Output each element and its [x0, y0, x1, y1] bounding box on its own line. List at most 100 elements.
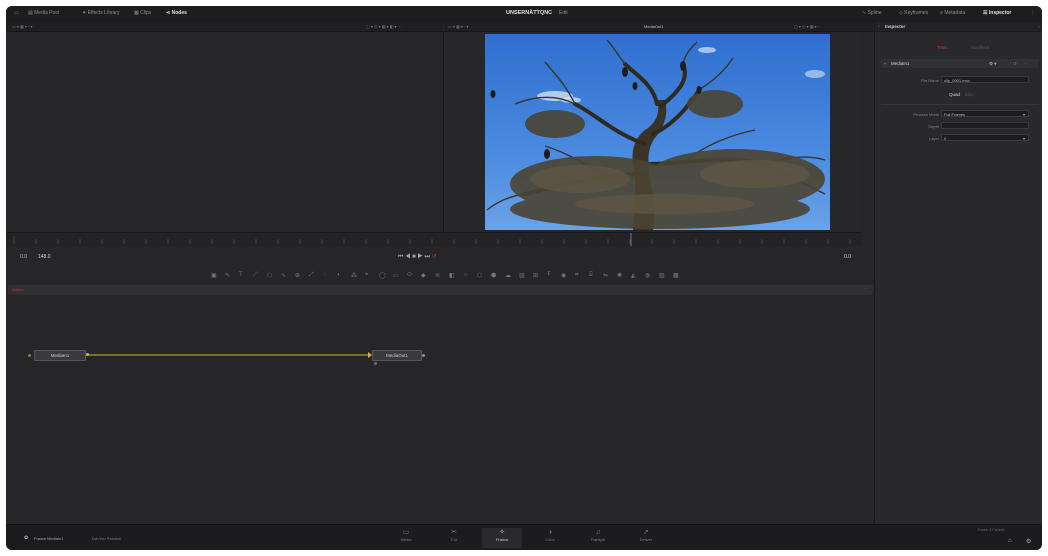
blur-tool-icon[interactable]: ◌ — [323, 272, 327, 278]
play-reverse-icon[interactable]: ◀ — [405, 254, 410, 260]
image-plane-tool-icon[interactable]: ▥ — [519, 272, 525, 279]
node-mediaout1-mask[interactable] — [374, 362, 377, 365]
viewer-left-tools[interactable]: ▢ ▾ ◷ ▾ ▦ ▾ ◧ ▾ ⋯ — [366, 24, 402, 29]
page-fusion[interactable]: ✧ Fusion — [482, 528, 522, 548]
toolbar-inspector[interactable]: ☰ Inspector — [983, 10, 1011, 16]
inspector-expand-icon[interactable]: ‹› — [878, 24, 880, 28]
media-page-icon: ▭ — [402, 529, 410, 536]
go-to-start-icon[interactable]: ⏮ — [398, 254, 403, 260]
light-tool-icon[interactable]: ☼ — [463, 272, 469, 278]
particles-tool-icon[interactable]: ⁂ — [351, 272, 357, 279]
paint-tool-icon[interactable]: ✎ — [225, 272, 230, 279]
loop-icon[interactable]: ↺ — [432, 254, 437, 260]
bspline-tool-icon[interactable]: ∿ — [281, 272, 286, 279]
background-tool-icon[interactable]: ▣ — [211, 272, 217, 279]
node-pin-icon[interactable]: ◦ — [1025, 61, 1027, 66]
node-reset-icon[interactable]: ↺ — [1013, 61, 1017, 67]
layer-chevron-icon: ▾ — [1022, 136, 1025, 141]
tab-modifiers[interactable]: Modifiers — [971, 45, 989, 50]
glow-tool-icon[interactable]: ✺ — [617, 272, 622, 279]
settings-gear-icon[interactable]: ⚙ — [1026, 538, 1031, 545]
sharpen-tool-icon[interactable]: ◭ — [631, 272, 636, 279]
page-deliver[interactable]: ➚ Deliver — [626, 528, 666, 548]
file-name-field[interactable]: clip_0001.mov — [941, 76, 1029, 83]
merge-tool-icon[interactable]: ⊕ — [295, 272, 300, 279]
node-mediaout1-output[interactable] — [422, 354, 425, 357]
shape3d-tool-icon[interactable]: ⬡ — [477, 272, 482, 279]
subtab-image[interactable]: Quad — [949, 92, 960, 97]
stop-icon[interactable]: ■ — [412, 254, 416, 260]
viewer-left[interactable] — [6, 32, 444, 232]
page-deliver-label: Deliver — [639, 537, 653, 542]
end-value[interactable]: 0.0 — [844, 254, 851, 260]
color-page-icon: ◑ — [547, 529, 553, 536]
process-mode-value: Full Frames — [944, 112, 966, 117]
more-options-icon[interactable]: ⋮ — [1030, 10, 1035, 16]
toolbar-spline-label: Spline — [867, 10, 882, 16]
go-to-end-icon[interactable]: ⏭ — [424, 254, 429, 260]
subtab-audio[interactable]: Clip — [965, 92, 973, 97]
text-tool-icon[interactable]: T — [239, 272, 243, 278]
toolbar-nodes-label: Nodes — [171, 10, 187, 16]
node-mediain1[interactable]: MediaIn1 — [34, 350, 86, 361]
depth-select[interactable] — [941, 122, 1029, 129]
toolbar-nodes[interactable]: ⋖ Nodes — [166, 10, 187, 16]
transform-tool-icon[interactable]: ⤢ — [309, 272, 314, 279]
node-mediaout1[interactable]: MediaOut1 — [372, 350, 422, 361]
play-icon[interactable]: ▶ — [417, 254, 422, 260]
ellipse-tool-icon[interactable]: ⬭ — [407, 272, 412, 279]
viewer-right[interactable] — [444, 32, 861, 232]
toolbar-media-pool[interactable]: ▤ Media Pool — [28, 10, 59, 16]
toolbar-spline[interactable]: ∿ Spline — [862, 10, 882, 16]
rectangle-tool-icon[interactable]: ▭ — [393, 272, 399, 279]
brush-tool-icon[interactable]: ⟋ — [253, 272, 257, 279]
lens-distort-icon[interactable]: ◍ — [645, 272, 650, 279]
node-section-header[interactable]: ▾ MediaIn1 ⚙ ▾ ↺ ◦ — [881, 59, 1039, 68]
home-icon[interactable]: ⌂ — [1008, 538, 1012, 544]
tab-tools[interactable]: Tools — [937, 45, 948, 50]
page-color[interactable]: ◑ Color — [530, 528, 570, 548]
toolbar-clips[interactable]: ▦ Clips — [134, 10, 151, 16]
toolbar-metadata[interactable]: ≡ Metadata — [940, 10, 965, 16]
spherical-camera-icon[interactable]: ◉ — [561, 272, 566, 279]
process-mode-label: Process Mode — [913, 112, 939, 117]
viewer-right-tools[interactable]: ▢ ▾ ◷ ▾ ▦ ▾ ⋯ — [794, 24, 822, 29]
renderer-tool-icon[interactable]: ⬢ — [491, 272, 496, 279]
viewer-left-controls[interactable]: ▭ ▾ ▦ ▾ ◦ ▾ — [12, 24, 33, 29]
node-editor-options-icon[interactable]: ⋯ — [864, 286, 869, 292]
node-settings-icon[interactable]: ⚙ ▾ — [989, 61, 997, 67]
tracker-tool-icon[interactable]: ⌖ — [365, 272, 368, 279]
planar-tracker-icon[interactable]: ⌗ — [575, 272, 578, 279]
node-mediaout1-label: MediaOut1 — [385, 353, 408, 358]
toolbar-keyframes[interactable]: ◇ Keyframes — [899, 10, 928, 16]
node-mediain1-input[interactable] — [28, 354, 31, 357]
node-mediain1-output[interactable] — [86, 353, 89, 356]
warp-tool-icon[interactable]: ≋ — [435, 272, 440, 279]
page-fairlight[interactable]: ♫ Fairlight — [578, 528, 618, 548]
layer-select[interactable]: 0 ▾ — [941, 134, 1029, 141]
polygon-tool-icon[interactable]: ⬠ — [267, 272, 272, 279]
page-cut[interactable]: ✂ Cut — [434, 528, 474, 548]
displace-tool-icon[interactable]: ⇋ — [603, 272, 608, 279]
camera-tool-icon[interactable]: ◧ — [449, 272, 455, 279]
toolbar-effects-library[interactable]: ✦ Effects Library — [82, 10, 119, 16]
process-mode-select[interactable]: Full Frames ▾ — [941, 110, 1029, 117]
page-media[interactable]: ▭ Media — [386, 528, 426, 548]
page-fairlight-label: Fairlight — [590, 537, 606, 542]
collapse-chevron-icon[interactable]: ▾ — [884, 61, 886, 66]
fog-tool-icon[interactable]: ☁ — [505, 272, 511, 279]
lut-tool-icon[interactable]: ▨ — [659, 272, 665, 279]
viewer-right-controls[interactable]: ▭ ▾ ▦ ▾ ◦ ▾ — [448, 24, 469, 29]
inspector-close-icon[interactable]: ▫ — [1038, 24, 1040, 29]
corner-positioner-icon[interactable]: ⌸ — [589, 272, 593, 279]
node-editor[interactable]: MediaIn1 MediaOut1 — [6, 296, 873, 524]
text3d-tool-icon[interactable]: Ŧ — [547, 272, 551, 278]
keyer-tool-icon[interactable]: ◆ — [421, 272, 426, 279]
timecode-value[interactable]: 148.0 — [38, 254, 51, 260]
film-grain-icon[interactable]: ▩ — [673, 272, 679, 279]
merge3d-tool-icon[interactable]: ⊞ — [533, 272, 538, 279]
toolbar-keyframes-label: Keyframes — [904, 10, 929, 16]
color-corrector-icon[interactable]: ◐ — [337, 272, 341, 278]
mask-tool-icon[interactable]: ◯ — [379, 272, 386, 279]
collapse-icon[interactable]: ▭ — [14, 10, 19, 16]
